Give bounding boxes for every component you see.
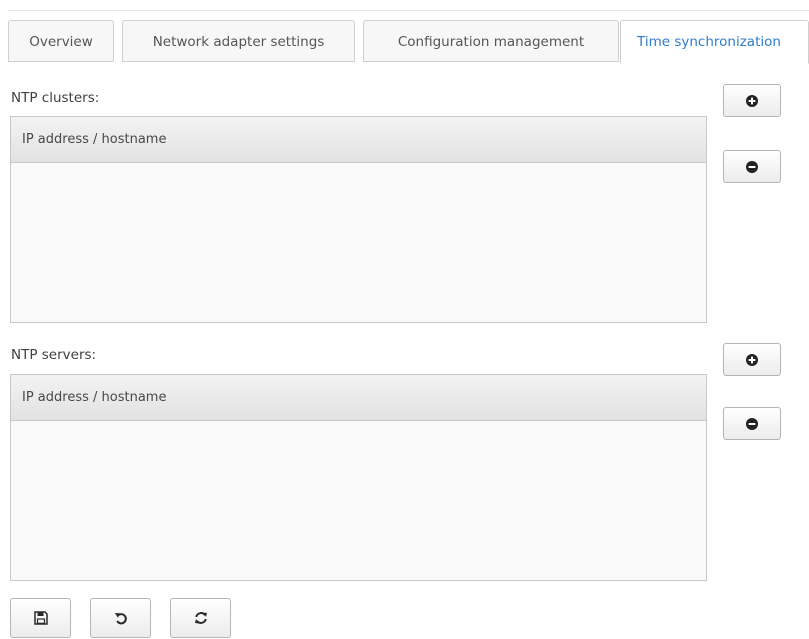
tab-network-adapter-settings[interactable]: Network adapter settings <box>122 20 355 62</box>
time-synchronization-page: Overview Network adapter settings Config… <box>0 0 809 639</box>
minus-circle-icon <box>746 417 758 430</box>
undo-icon <box>114 611 128 625</box>
tab-configuration-management-label: Configuration management <box>397 34 585 50</box>
refresh-button[interactable] <box>170 598 231 638</box>
tab-configuration-management[interactable]: Configuration management <box>363 20 619 62</box>
undo-button[interactable] <box>90 598 151 638</box>
ntp-clusters-grid-body[interactable] <box>11 163 706 322</box>
tab-overview-label: Overview <box>29 34 93 50</box>
remove-ntp-cluster-button[interactable] <box>723 150 781 183</box>
top-divider <box>8 10 809 11</box>
ntp-clusters-column-header[interactable]: IP address / hostname <box>11 117 706 163</box>
floppy-disk-icon <box>33 611 48 625</box>
save-button[interactable] <box>10 598 71 638</box>
ntp-servers-column-header-label: IP address / hostname <box>22 390 167 405</box>
tab-network-adapter-settings-label: Network adapter settings <box>152 34 325 50</box>
refresh-icon <box>194 611 208 625</box>
tab-time-synchronization[interactable]: Time synchronization <box>620 20 809 64</box>
ntp-clusters-grid[interactable]: IP address / hostname <box>10 116 707 323</box>
ntp-servers-label: NTP servers: <box>11 347 97 363</box>
ntp-servers-grid[interactable]: IP address / hostname <box>10 374 707 581</box>
plus-circle-icon <box>746 94 758 107</box>
add-ntp-cluster-button[interactable] <box>723 84 781 117</box>
tab-bar: Overview Network adapter settings Config… <box>8 20 809 64</box>
tab-overview[interactable]: Overview <box>8 20 114 62</box>
ntp-servers-column-header[interactable]: IP address / hostname <box>11 375 706 421</box>
tab-time-synchronization-label: Time synchronization <box>637 34 781 50</box>
ntp-servers-grid-body[interactable] <box>11 421 706 580</box>
plus-circle-icon <box>746 353 758 366</box>
minus-circle-icon <box>746 160 758 173</box>
ntp-clusters-label: NTP clusters: <box>11 90 100 106</box>
ntp-clusters-column-header-label: IP address / hostname <box>22 132 167 147</box>
add-ntp-server-button[interactable] <box>723 343 781 376</box>
remove-ntp-server-button[interactable] <box>723 407 781 440</box>
